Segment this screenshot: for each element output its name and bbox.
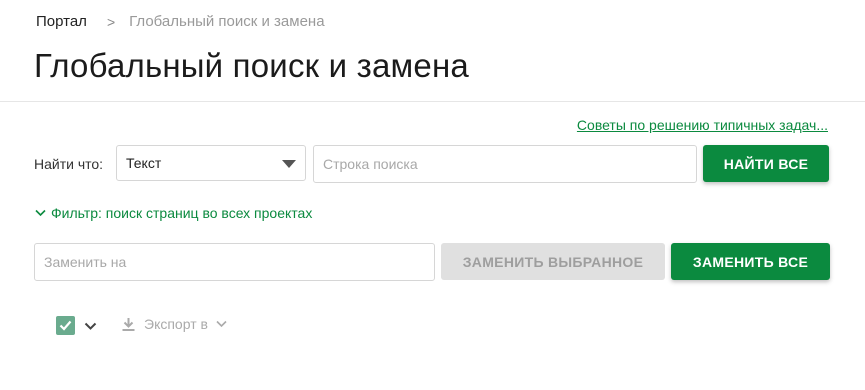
find-all-button[interactable]: НАЙТИ ВСЕ bbox=[703, 145, 829, 182]
page-title: Глобальный поиск и замена bbox=[34, 47, 469, 84]
chevron-down-icon bbox=[35, 209, 46, 217]
tips-link[interactable]: Советы по решению типичных задач... bbox=[577, 117, 828, 133]
replace-input[interactable] bbox=[34, 243, 435, 281]
select-all-checkbox[interactable] bbox=[56, 316, 75, 335]
chevron-down-icon bbox=[216, 320, 227, 328]
selection-menu-chevron-icon[interactable] bbox=[84, 318, 97, 336]
search-type-value: Текст bbox=[126, 155, 162, 171]
replace-selected-button[interactable]: ЗАМЕНИТЬ ВЫБРАННОЕ bbox=[441, 243, 665, 280]
find-label: Найти что: bbox=[34, 156, 104, 172]
export-label: Экспорт в bbox=[144, 316, 208, 332]
breadcrumb-current: Глобальный поиск и замена bbox=[129, 13, 325, 30]
search-type-select[interactable]: Текст bbox=[116, 145, 306, 181]
export-menu[interactable]: Экспорт в bbox=[121, 316, 227, 332]
breadcrumb-separator-icon: > bbox=[106, 13, 116, 30]
download-icon bbox=[121, 317, 136, 332]
header-divider bbox=[0, 101, 865, 102]
filter-label: Фильтр: поиск страниц во всех проектах bbox=[51, 205, 313, 221]
filter-toggle[interactable]: Фильтр: поиск страниц во всех проектах bbox=[35, 205, 312, 221]
breadcrumb-home-link[interactable]: Портал bbox=[36, 13, 87, 30]
breadcrumb: Портал > Глобальный поиск и замена bbox=[36, 13, 325, 30]
replace-all-button[interactable]: ЗАМЕНИТЬ ВСЕ bbox=[671, 243, 830, 280]
caret-down-icon bbox=[282, 160, 296, 168]
checkmark-icon bbox=[59, 320, 72, 331]
search-input[interactable] bbox=[313, 145, 697, 183]
